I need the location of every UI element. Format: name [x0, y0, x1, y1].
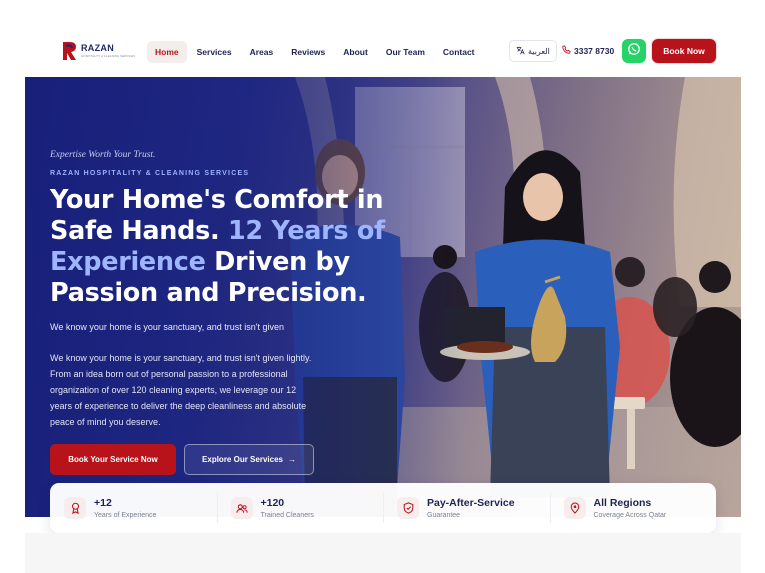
stat-value: All Regions	[593, 497, 652, 509]
hero-section: Expertise Worth Your Trust. RAZAN HOSPIT…	[25, 77, 741, 517]
logo-subtitle: HOSPITALITY & CLEANING SERVICES	[81, 54, 136, 58]
nav-about[interactable]: About	[335, 41, 376, 63]
translate-icon	[516, 46, 525, 57]
book-service-button[interactable]: Book Your Service Now	[50, 444, 176, 475]
logo-name: RAZAN	[81, 43, 114, 53]
hero-headline: Your Home's Comfort in Safe Hands. 12 Ye…	[50, 185, 385, 308]
stat-label: Years of Experience	[94, 512, 157, 519]
stat-label: Coverage Across Qatar	[593, 512, 667, 519]
page: RAZAN HOSPITALITY & CLEANING SERVICES Ho…	[0, 0, 765, 573]
nav-home[interactable]: Home	[147, 41, 187, 63]
award-icon	[64, 497, 86, 519]
phone-number: 3337 8730	[574, 45, 615, 56]
stats-bar: +12 Years of Experience +120 Trained Cle…	[50, 483, 716, 533]
users-icon	[230, 497, 253, 519]
explore-services-button[interactable]: Explore Our Services →	[184, 444, 314, 475]
phone-icon	[562, 45, 571, 56]
stat-value: +12	[94, 497, 112, 509]
stat-value: +120	[260, 497, 285, 509]
book-now-button[interactable]: Book Now	[652, 39, 716, 63]
nav-contact[interactable]: Contact	[435, 41, 483, 63]
stat-value: Pay-After-Service	[427, 497, 515, 509]
map-pin-icon	[563, 497, 586, 519]
language-switch[interactable]: العربية	[509, 40, 557, 62]
logo[interactable]: RAZAN HOSPITALITY & CLEANING SERVICES	[60, 40, 135, 62]
whatsapp-icon	[627, 42, 641, 61]
stat-label: Trained Cleaners	[260, 512, 314, 519]
shield-icon	[397, 497, 419, 519]
whatsapp-button[interactable]	[622, 39, 646, 63]
language-label: العربية	[528, 46, 550, 56]
main-nav: Home Services Areas Reviews About Our Te…	[147, 41, 483, 63]
stat-guarantee: Pay-After-Service Guarantee	[383, 483, 550, 533]
hero-tagline: Expertise Worth Your Trust.	[50, 150, 156, 160]
stat-coverage: All Regions Coverage Across Qatar	[549, 483, 717, 533]
nav-our-team[interactable]: Our Team	[378, 41, 433, 63]
nav-services[interactable]: Services	[189, 41, 240, 63]
hero-ghost-line: We know your home is your sanctuary, and…	[50, 322, 284, 332]
logo-mark-icon	[60, 40, 78, 62]
nav-areas[interactable]: Areas	[242, 41, 282, 63]
phone-link[interactable]: 3337 8730	[562, 45, 614, 56]
stat-cleaners: +120 Trained Cleaners	[216, 483, 384, 533]
stat-experience: +12 Years of Experience	[50, 483, 217, 533]
hero-eyebrow: RAZAN HOSPITALITY & CLEANING SERVICES	[50, 170, 250, 177]
next-section-band	[25, 533, 741, 573]
nav-reviews[interactable]: Reviews	[283, 41, 333, 63]
arrow-right-icon: →	[287, 455, 296, 464]
stat-label: Guarantee	[427, 512, 461, 519]
hero-description: We know your home is your sanctuary, and…	[50, 353, 312, 427]
site-header: RAZAN HOSPITALITY & CLEANING SERVICES Ho…	[25, 28, 741, 76]
